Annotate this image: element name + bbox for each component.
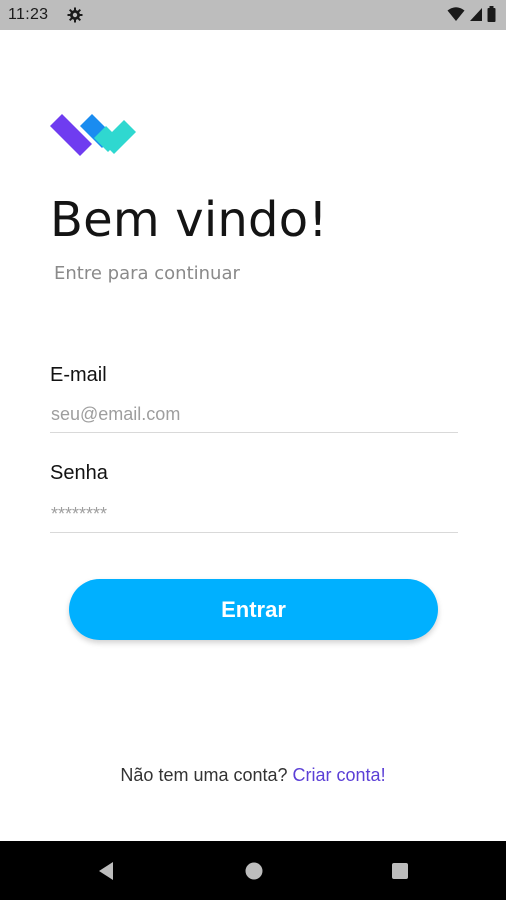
back-icon[interactable] bbox=[97, 861, 117, 881]
status-icons bbox=[447, 6, 496, 22]
password-field[interactable] bbox=[50, 496, 458, 533]
status-bar: 11:23 bbox=[0, 0, 506, 30]
login-button[interactable]: Entrar bbox=[69, 579, 438, 640]
signup-prompt-text: Não tem uma conta? bbox=[120, 765, 288, 785]
page-title: Bem vindo! bbox=[50, 192, 328, 248]
wifi-icon bbox=[447, 7, 465, 21]
home-icon[interactable] bbox=[244, 861, 264, 881]
battery-icon bbox=[487, 6, 496, 22]
navigation-bar bbox=[0, 841, 506, 900]
status-time: 11:23 bbox=[8, 6, 49, 23]
cellular-signal-icon bbox=[470, 8, 482, 21]
email-label: E-mail bbox=[50, 364, 107, 386]
email-field[interactable] bbox=[50, 396, 458, 433]
signup-prompt-row: Não tem uma conta? Criar conta! bbox=[0, 765, 506, 786]
recents-icon[interactable] bbox=[390, 861, 410, 881]
page-subtitle: Entre para continuar bbox=[54, 263, 240, 284]
create-account-link[interactable]: Criar conta! bbox=[293, 765, 386, 785]
password-label: Senha bbox=[50, 462, 108, 484]
app-logo bbox=[50, 114, 136, 156]
settings-gear-icon bbox=[67, 7, 83, 23]
